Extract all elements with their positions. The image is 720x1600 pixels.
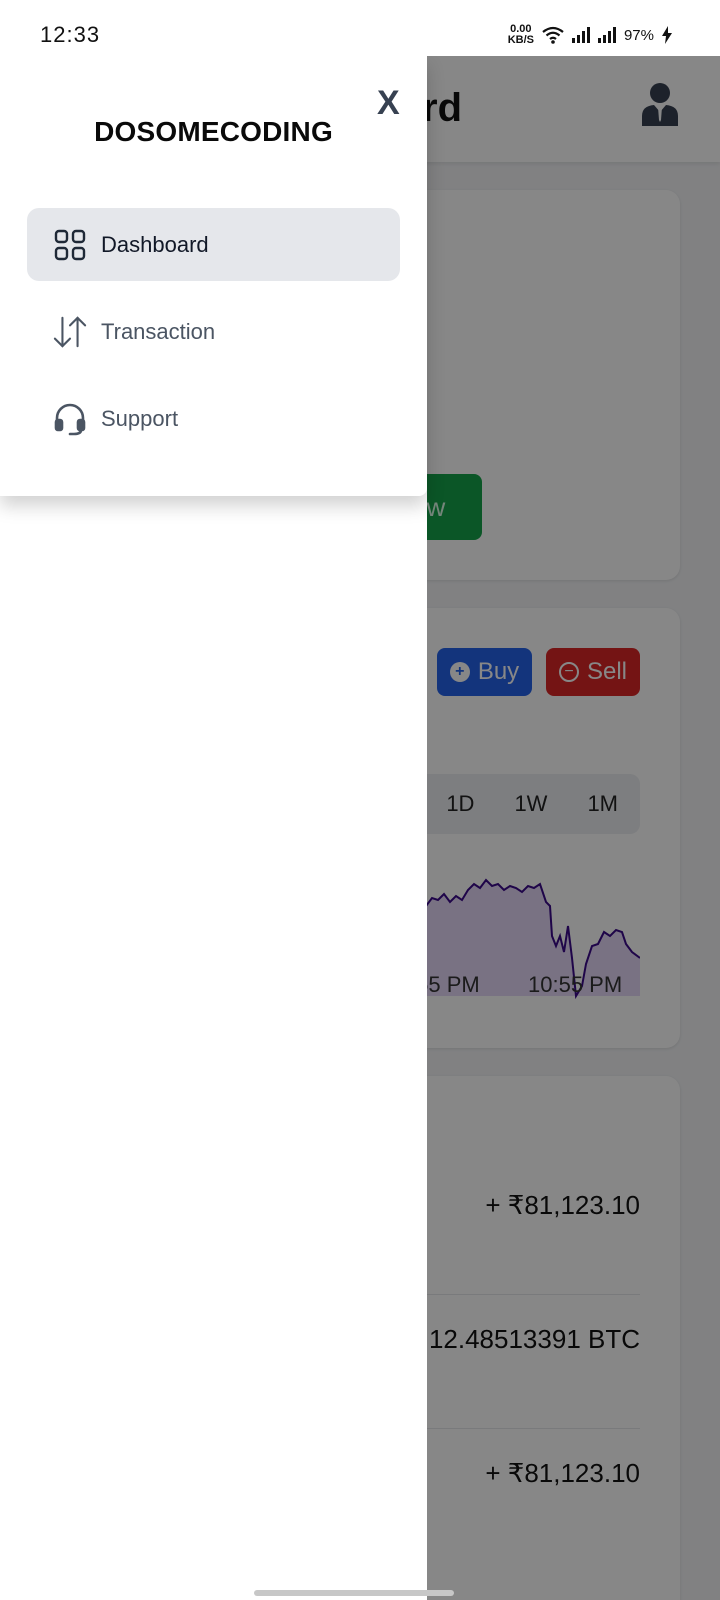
signal-icon <box>571 27 590 43</box>
brand-title: DOSOMECODING <box>94 116 333 147</box>
battery-level: 97% <box>623 26 654 44</box>
net-speed: 0.00 KB/S <box>508 24 534 46</box>
home-indicator[interactable] <box>254 1590 454 1596</box>
nav-label-support: Support <box>101 405 179 431</box>
charging-icon <box>662 26 672 44</box>
nav-item-support[interactable]: Support <box>27 382 400 455</box>
signal-icon-2 <box>597 27 616 43</box>
close-drawer-button[interactable]: X <box>377 84 400 123</box>
nav-item-dashboard[interactable]: Dashboard <box>27 208 400 281</box>
headset-icon <box>53 402 87 436</box>
status-time: 12:33 <box>40 22 101 47</box>
wifi-icon <box>542 26 564 44</box>
arrows-up-down-icon <box>53 315 87 349</box>
nav-label-dashboard: Dashboard <box>101 231 209 257</box>
nav-label-transaction: Transaction <box>101 318 216 344</box>
status-bar: 12:33 0.00 KB/S 97% <box>0 0 720 56</box>
grid-icon <box>53 228 87 262</box>
nav-item-transaction[interactable]: Transaction <box>27 295 400 368</box>
net-speed-unit: KB/S <box>507 34 534 46</box>
status-icons: 0.00 KB/S 97% <box>508 24 672 46</box>
